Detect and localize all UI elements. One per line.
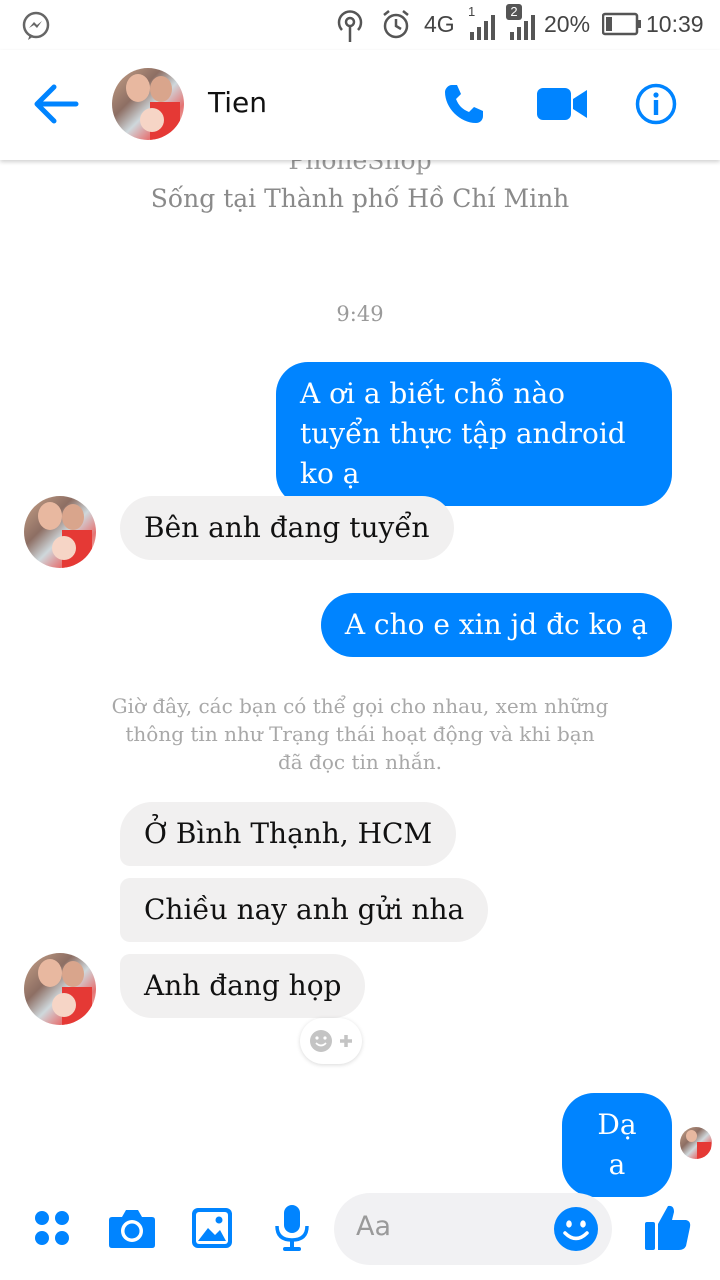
microphone-icon[interactable]	[274, 1204, 310, 1252]
system-notice: Giờ đây, các bạn có thể gọi cho nhau, xe…	[111, 694, 609, 774]
arrow-left-icon[interactable]	[32, 82, 80, 126]
emoji-icon[interactable]	[553, 1206, 599, 1252]
contact-location: Sống tại Thành phố Hồ Chí Minh	[150, 184, 570, 213]
thumbs-up-icon[interactable]	[644, 1202, 692, 1252]
camera-icon[interactable]	[108, 1207, 156, 1249]
clock: 10:39	[646, 11, 704, 37]
hotspot-icon	[337, 10, 363, 42]
messenger-icon	[22, 11, 50, 40]
incoming-message[interactable]: Anh đang họp	[120, 954, 366, 1018]
outgoing-message[interactable]: A ơi a biết chỗ nào tuyển thực tập andro…	[276, 362, 672, 506]
message-input-placeholder: Aa	[356, 1211, 392, 1242]
alarm-icon	[383, 10, 409, 39]
phone-icon[interactable]	[442, 82, 486, 126]
conversation-header: Tien	[0, 50, 720, 160]
image-icon[interactable]	[191, 1207, 233, 1249]
info-icon[interactable]	[634, 82, 678, 126]
incoming-message[interactable]: Ở Bình Thạnh, HCM	[120, 802, 457, 866]
signal-sim2-icon	[510, 15, 535, 40]
grid-icon[interactable]	[32, 1208, 72, 1248]
outgoing-message[interactable]: A cho e xin jd đc ko ạ	[320, 593, 672, 657]
contact-name[interactable]: Tien	[208, 86, 267, 119]
incoming-message[interactable]: Chiều nay anh gửi nha	[120, 878, 489, 942]
battery-icon	[602, 12, 641, 36]
signal-sim1-icon	[470, 15, 495, 40]
incoming-message[interactable]: Bên anh đang tuyển	[120, 496, 454, 560]
sender-avatar[interactable]	[24, 953, 96, 1025]
message-timestamp: 9:49	[336, 302, 384, 326]
status-bar: 4G 1 2 20% 10:39	[0, 0, 720, 50]
add-reaction-button[interactable]	[300, 1018, 362, 1064]
network-type: 4G	[424, 11, 455, 37]
contact-avatar[interactable]	[112, 68, 184, 140]
outgoing-message[interactable]: Dạ a	[562, 1093, 672, 1197]
video-camera-icon[interactable]	[536, 86, 588, 122]
sender-avatar[interactable]	[24, 496, 96, 568]
add-reaction-icon	[310, 1030, 352, 1052]
battery-percent: 20%	[544, 11, 591, 37]
read-receipt-avatar	[680, 1127, 712, 1159]
